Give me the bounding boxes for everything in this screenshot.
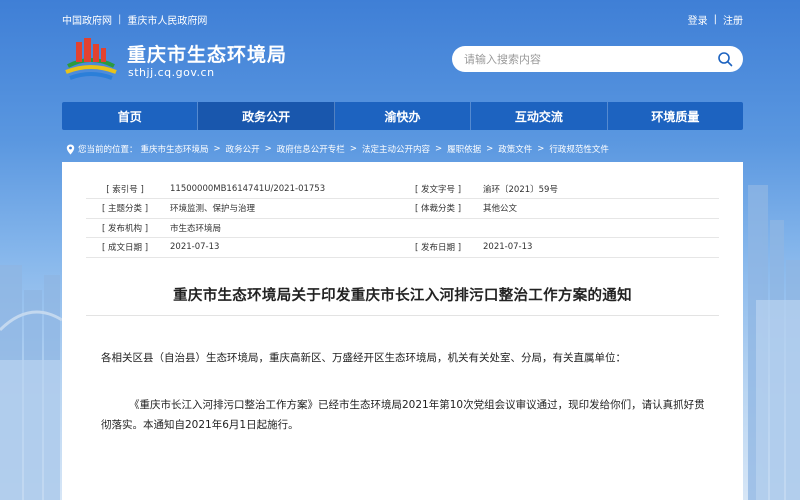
meta-key-written-date: [ 成文日期 ]: [86, 237, 164, 258]
site-title[interactable]: 重庆市生态环境局: [127, 40, 287, 67]
breadcrumb-separator: >: [264, 144, 272, 154]
meta-value-index-number: 11500000MB1614741U/2021-01753: [164, 179, 399, 199]
meta-key-publish-date: [ 发布日期 ]: [399, 237, 477, 258]
meta-key-index-number: [ 索引号 ]: [86, 179, 164, 199]
location-pin-icon: [66, 144, 75, 154]
table-row: [ 索引号 ] 11500000MB1614741U/2021-01753 [ …: [86, 179, 719, 199]
breadcrumb-item[interactable]: 政府信息公开专栏: [277, 143, 345, 155]
site-domain: sthjj.cq.gov.cn: [128, 66, 215, 79]
meta-value-written-date: 2021-07-13: [164, 237, 399, 258]
breadcrumb-item[interactable]: 法定主动公开内容: [362, 143, 430, 155]
search-box: [452, 46, 743, 72]
breadcrumb: 您当前的位置： 重庆市生态环境局 > 政务公开 > 政府信息公开专栏 > 法定主…: [62, 140, 743, 158]
meta-key-topic: [ 主题分类 ]: [86, 198, 164, 219]
table-row: [ 主题分类 ] 环境监测、保护与治理 [ 体裁分类 ] 其他公文: [86, 198, 719, 219]
meta-value-issuing-agency: 市生态环境局: [164, 218, 399, 238]
article-panel: [ 索引号 ] 11500000MB1614741U/2021-01753 [ …: [62, 162, 743, 500]
meta-value-genre: 其他公文: [477, 198, 719, 219]
cq-gov-link[interactable]: 重庆市人民政府网: [127, 12, 207, 27]
breadcrumb-separator: >: [213, 144, 221, 154]
meta-value-empty: [477, 218, 719, 238]
document-salutation: 各相关区县（自治县）生态环境局，重庆高新区、万盛经开区生态环境局，机关有关处室、…: [101, 352, 626, 364]
breadcrumb-item[interactable]: 履职依据: [447, 143, 481, 155]
document-body: 《重庆市长江入河排污口整治工作方案》已经市生态环境局2021年第10次党组会议审…: [101, 399, 705, 431]
account-links: 登录 | 注册: [688, 12, 743, 27]
breadcrumb-item[interactable]: 政策文件: [498, 143, 532, 155]
breadcrumb-item[interactable]: 重庆市生态环境局: [141, 143, 209, 155]
meta-key-document-number: [ 发文字号 ]: [399, 179, 477, 199]
nav-item-government-affairs[interactable]: 政务公开: [198, 102, 335, 130]
meta-key-genre: [ 体裁分类 ]: [399, 198, 477, 219]
table-row: [ 成文日期 ] 2021-07-13 [ 发布日期 ] 2021-07-13: [86, 237, 719, 258]
register-link[interactable]: 注册: [723, 12, 743, 27]
breadcrumb-separator: >: [349, 144, 357, 154]
login-link[interactable]: 登录: [688, 12, 708, 27]
top-links: 中国政府网 | 重庆市人民政府网: [62, 12, 207, 27]
nav-item-home[interactable]: 首页: [62, 102, 199, 130]
meta-value-document-number: 渝环〔2021〕59号: [477, 179, 719, 199]
breadcrumb-prefix: 您当前的位置：: [78, 145, 138, 155]
meta-key-issuing-agency: [ 发布机构 ]: [86, 218, 164, 238]
search-icon[interactable]: [717, 51, 733, 67]
breadcrumb-item[interactable]: 行政规范性文件: [549, 143, 609, 155]
site-logo-icon[interactable]: [62, 36, 120, 84]
breadcrumb-separator: >: [434, 144, 443, 154]
top-links-separator: |: [118, 14, 122, 25]
meta-key-empty: [399, 218, 477, 238]
table-row: [ 发布机构 ] 市生态环境局: [86, 218, 719, 238]
meta-value-topic: 环境监测、保护与治理: [164, 198, 399, 219]
account-separator: |: [713, 14, 717, 25]
nav-item-interaction[interactable]: 互动交流: [471, 102, 608, 130]
gov-portal-link[interactable]: 中国政府网: [62, 12, 112, 27]
breadcrumb-item[interactable]: 政务公开: [226, 143, 260, 155]
nav-item-yukuaiban[interactable]: 渝快办: [335, 102, 472, 130]
breadcrumb-separator: >: [537, 144, 545, 154]
main-nav: 首页 政务公开 渝快办 互动交流 环境质量: [62, 102, 743, 130]
document-metadata-table: [ 索引号 ] 11500000MB1614741U/2021-01753 [ …: [86, 179, 719, 258]
title-divider: [86, 315, 719, 316]
breadcrumb-separator: >: [486, 144, 494, 154]
document-title: 重庆市生态环境局关于印发重庆市长江入河排污口整治工作方案的通知: [173, 288, 632, 304]
meta-value-publish-date: 2021-07-13: [477, 237, 719, 258]
nav-item-environment-quality[interactable]: 环境质量: [608, 102, 743, 130]
search-input[interactable]: [464, 52, 717, 66]
